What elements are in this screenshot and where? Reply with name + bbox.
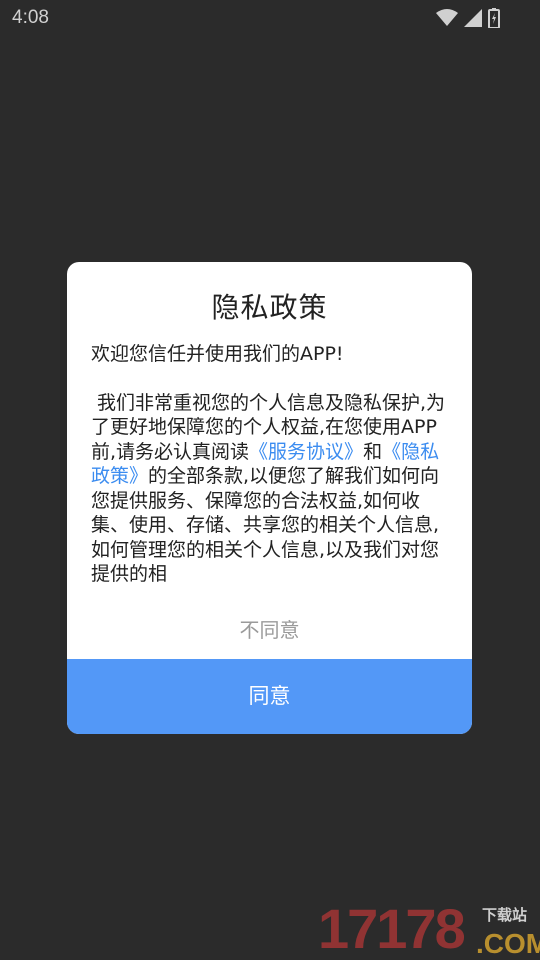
- disagree-button[interactable]: 不同意: [67, 612, 472, 648]
- privacy-policy-dialog: 隐私政策 欢迎您信任并使用我们的APP! 我们非常重视您的个人信息及隐私保护,为…: [67, 262, 472, 734]
- service-agreement-link[interactable]: 《服务协议》: [249, 441, 363, 463]
- cellular-signal-icon: [464, 9, 482, 27]
- welcome-text: 欢迎您信任并使用我们的APP!: [91, 343, 344, 365]
- watermark-digits: 17178: [318, 897, 466, 960]
- status-time: 4:08: [12, 7, 49, 28]
- watermark-tag: 下载站: [482, 906, 528, 924]
- wifi-icon: [436, 9, 458, 27]
- dialog-title: 隐私政策: [211, 291, 328, 324]
- policy-paragraph: 我们非常重视您的个人信息及隐私保护,为了更好地保障您的个人权益,在您使用APP前…: [91, 391, 451, 585]
- watermark-logo: 17178 下载站 .COM: [318, 898, 540, 960]
- policy-text-and: 和: [363, 440, 383, 463]
- agree-button[interactable]: 同意: [67, 659, 472, 734]
- dialog-body-scroll[interactable]: 欢迎您信任并使用我们的APP! 我们非常重视您的个人信息及隐私保护,为了更好地保…: [91, 342, 451, 584]
- watermark-domain: .COM: [476, 928, 540, 959]
- status-bar: 4:08: [0, 0, 540, 36]
- battery-icon: [488, 8, 500, 28]
- status-icons: [436, 8, 500, 28]
